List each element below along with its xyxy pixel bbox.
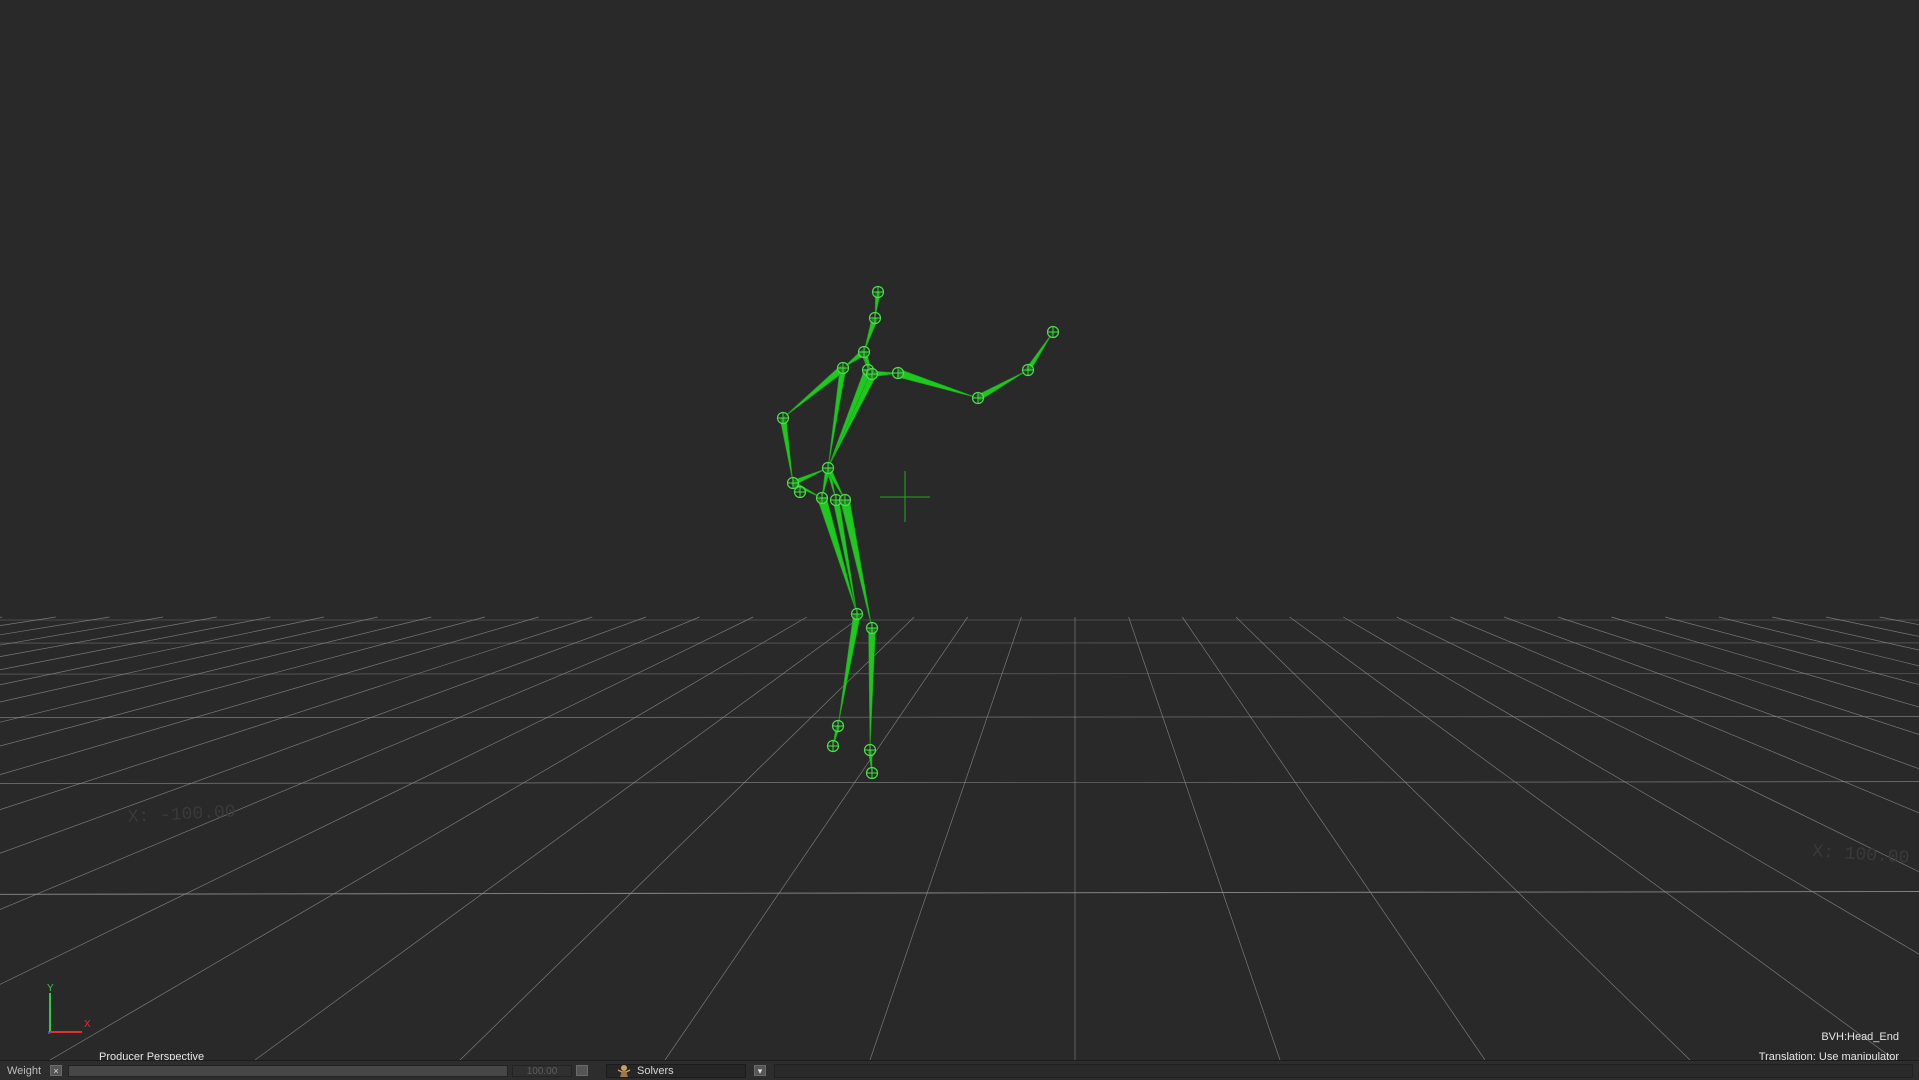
- grid-coordinate-label-right: X: 100.00: [1812, 842, 1910, 869]
- grid-line: [0, 617, 485, 1060]
- axis-x-label: X: [84, 1019, 91, 1030]
- grid-line: [1504, 617, 1919, 1060]
- grid-line: [1665, 617, 1919, 1060]
- grid-line: [1880, 617, 1919, 1060]
- bone-r_elbow-r_wrist: [977, 370, 1028, 401]
- bottom-toolbar: Weight × 100.00 Solvers ▾: [0, 1060, 1919, 1080]
- weight-key-button[interactable]: ×: [50, 1065, 62, 1076]
- weight-value-field[interactable]: 100.00: [512, 1065, 572, 1077]
- grid-line: [0, 617, 431, 1060]
- weight-slider[interactable]: [68, 1065, 508, 1077]
- bone-l_shoulder-hips: [828, 368, 846, 468]
- grid-line: [0, 717, 1919, 718]
- grid-line: [0, 617, 2, 1060]
- grid-line: [0, 617, 700, 1060]
- bone-r_clav-r_elbow: [897, 369, 978, 398]
- scene-center-crosshair: [880, 471, 930, 522]
- 3d-viewport[interactable]: X: -100.00 X: 100.00 Y X Producer Perspe…: [0, 0, 1919, 1060]
- bone-l_elbow-l_wrist: [780, 418, 793, 483]
- grid-line: [1826, 617, 1919, 1060]
- grid-line: [1719, 617, 1919, 1060]
- grid-line: [255, 617, 860, 1060]
- grid-line: [0, 617, 378, 1060]
- viewport-canvas[interactable]: X: -100.00 X: 100.00 Y X: [0, 0, 1919, 1060]
- grid-line: [1236, 617, 1690, 1060]
- grid-line: [0, 617, 217, 1060]
- grid-line: [0, 617, 110, 1060]
- axis-gizmo: Y X: [47, 983, 91, 1034]
- axis-y-label: Y: [47, 983, 54, 994]
- weight-reset-button[interactable]: [576, 1065, 588, 1076]
- grid-line: [1290, 617, 1895, 1060]
- floor-grid: [0, 617, 1919, 1060]
- chevron-down-icon[interactable]: ▾: [754, 1065, 766, 1076]
- grid-line: [870, 617, 1021, 1060]
- grid-line: [665, 617, 968, 1060]
- grid-line: [1397, 617, 1919, 1060]
- bone-l_knee-l_ankle: [838, 613, 860, 726]
- selected-object-label: BVH:Head_End: [1821, 1031, 1899, 1043]
- grid-line: [1182, 617, 1485, 1060]
- grid-line: [1129, 617, 1280, 1060]
- grid-line: [0, 782, 1919, 784]
- grid-line: [0, 892, 1919, 895]
- solvers-label: Solvers: [637, 1065, 674, 1077]
- grid-line: [50, 617, 807, 1060]
- grid-line: [0, 617, 646, 1060]
- character-solver-icon: [617, 1064, 631, 1078]
- grid-line: [1772, 617, 1919, 1060]
- grid-line: [0, 617, 539, 1060]
- timeline-strip[interactable]: [774, 1064, 1913, 1078]
- grid-line: [1611, 617, 1919, 1060]
- grid-line: [0, 674, 1919, 675]
- solvers-dropdown[interactable]: Solvers: [606, 1064, 746, 1078]
- bone-r_knee-r_ankle: [869, 628, 876, 750]
- grid-coordinate-label-left: X: -100.00: [127, 802, 236, 828]
- grid-line: [1343, 617, 1919, 1060]
- grid-line: [0, 617, 592, 1060]
- bvh-skeleton[interactable]: [778, 287, 1059, 779]
- weight-slider-fill: [69, 1066, 507, 1076]
- weight-label: Weight: [7, 1065, 50, 1077]
- grid-line: [1558, 617, 1919, 1060]
- grid-line: [0, 617, 753, 1060]
